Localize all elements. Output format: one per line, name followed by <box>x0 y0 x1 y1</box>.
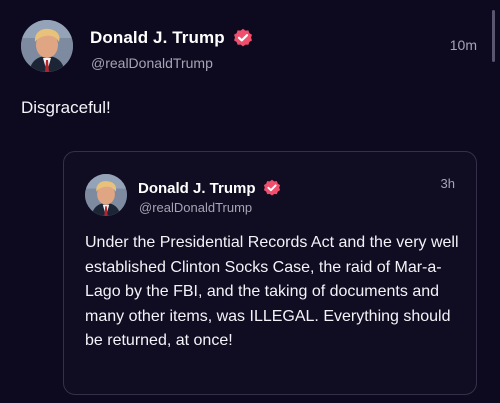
avatar[interactable] <box>21 20 73 72</box>
post-card: Donald J. Trump @realDonaldTrump 10m Dis… <box>0 0 500 403</box>
quoted-avatar[interactable] <box>85 174 127 216</box>
author-name-row: Donald J. Trump <box>90 28 253 48</box>
verified-badge-icon <box>233 28 253 48</box>
author-handle[interactable]: @realDonaldTrump <box>91 55 213 71</box>
scrollbar[interactable] <box>492 10 495 62</box>
post-timestamp[interactable]: 10m <box>450 37 477 53</box>
quoted-avatar-image <box>85 174 127 216</box>
quoted-author-handle[interactable]: @realDonaldTrump <box>139 200 252 215</box>
post-text: Disgraceful! <box>21 98 111 117</box>
quoted-verified-badge-icon <box>263 179 281 197</box>
quoted-author-name-row: Donald J. Trump <box>138 179 281 197</box>
avatar-image <box>21 20 73 72</box>
quoted-post-text: Under the Presidential Records Act and t… <box>85 234 459 349</box>
quoted-post[interactable]: Donald J. Trump @realDonaldTrump 3h Unde… <box>63 151 477 395</box>
quoted-post-timestamp[interactable]: 3h <box>441 176 455 191</box>
quoted-author-display-name[interactable]: Donald J. Trump <box>138 180 256 197</box>
author-display-name[interactable]: Donald J. Trump <box>90 28 225 48</box>
